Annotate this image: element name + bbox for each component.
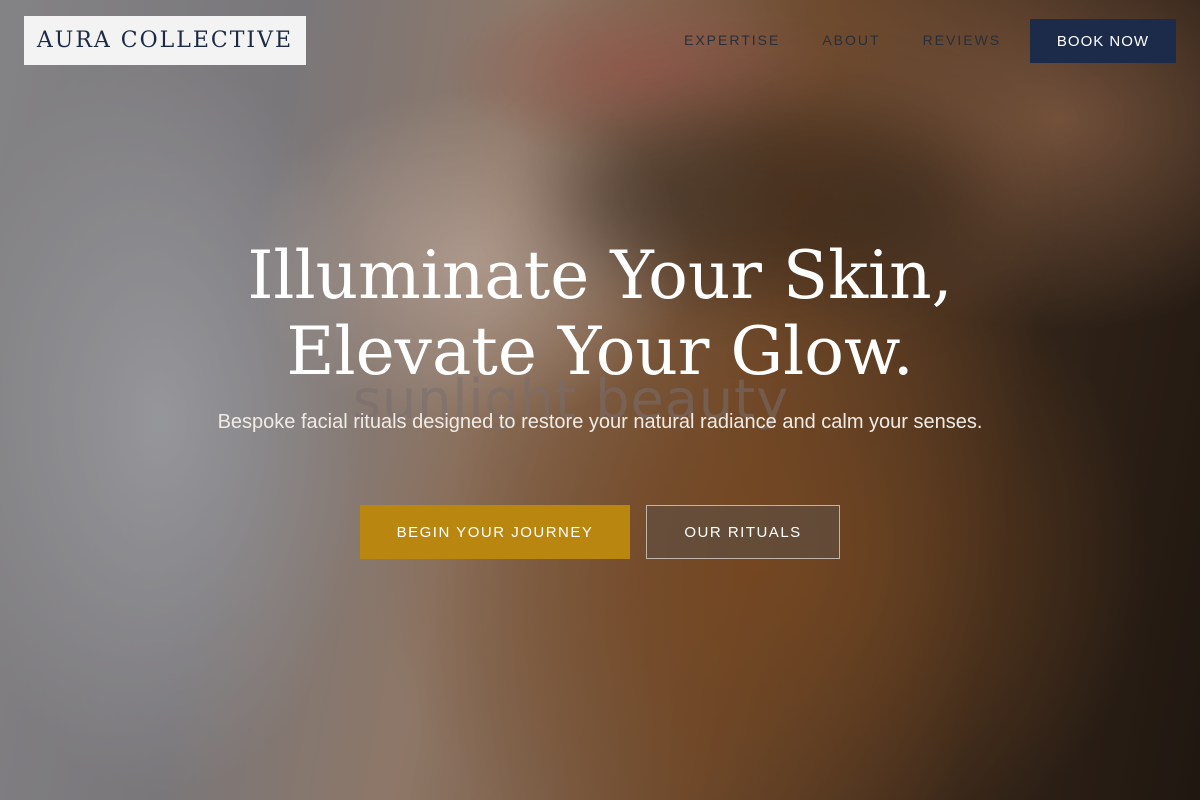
hero-subtitle: Bespoke facial rituals designed to resto… bbox=[217, 411, 983, 433]
nav-item-expertise[interactable]: EXPERTISE bbox=[684, 32, 780, 48]
nav-item-about[interactable]: ABOUT bbox=[822, 32, 880, 48]
begin-journey-button[interactable]: BEGIN YOUR JOURNEY bbox=[360, 505, 630, 559]
brand-name: AURA COLLECTIVE bbox=[36, 28, 294, 53]
hero-headline: Illuminate Your Skin, Elevate Your Glow. bbox=[0, 238, 1200, 390]
our-rituals-button[interactable]: OUR RITUALS bbox=[646, 505, 840, 559]
nav-item-reviews[interactable]: REVIEWS bbox=[923, 32, 1002, 48]
main-nav: EXPERTISE ABOUT REVIEWS bbox=[684, 32, 1001, 48]
hero-headline-line1: Illuminate Your Skin, bbox=[247, 237, 953, 314]
book-now-button[interactable]: BOOK NOW bbox=[1030, 19, 1176, 63]
hero-headline-line2: Elevate Your Glow. bbox=[286, 313, 914, 390]
brand-logo[interactable]: AURA COLLECTIVE bbox=[24, 16, 306, 65]
